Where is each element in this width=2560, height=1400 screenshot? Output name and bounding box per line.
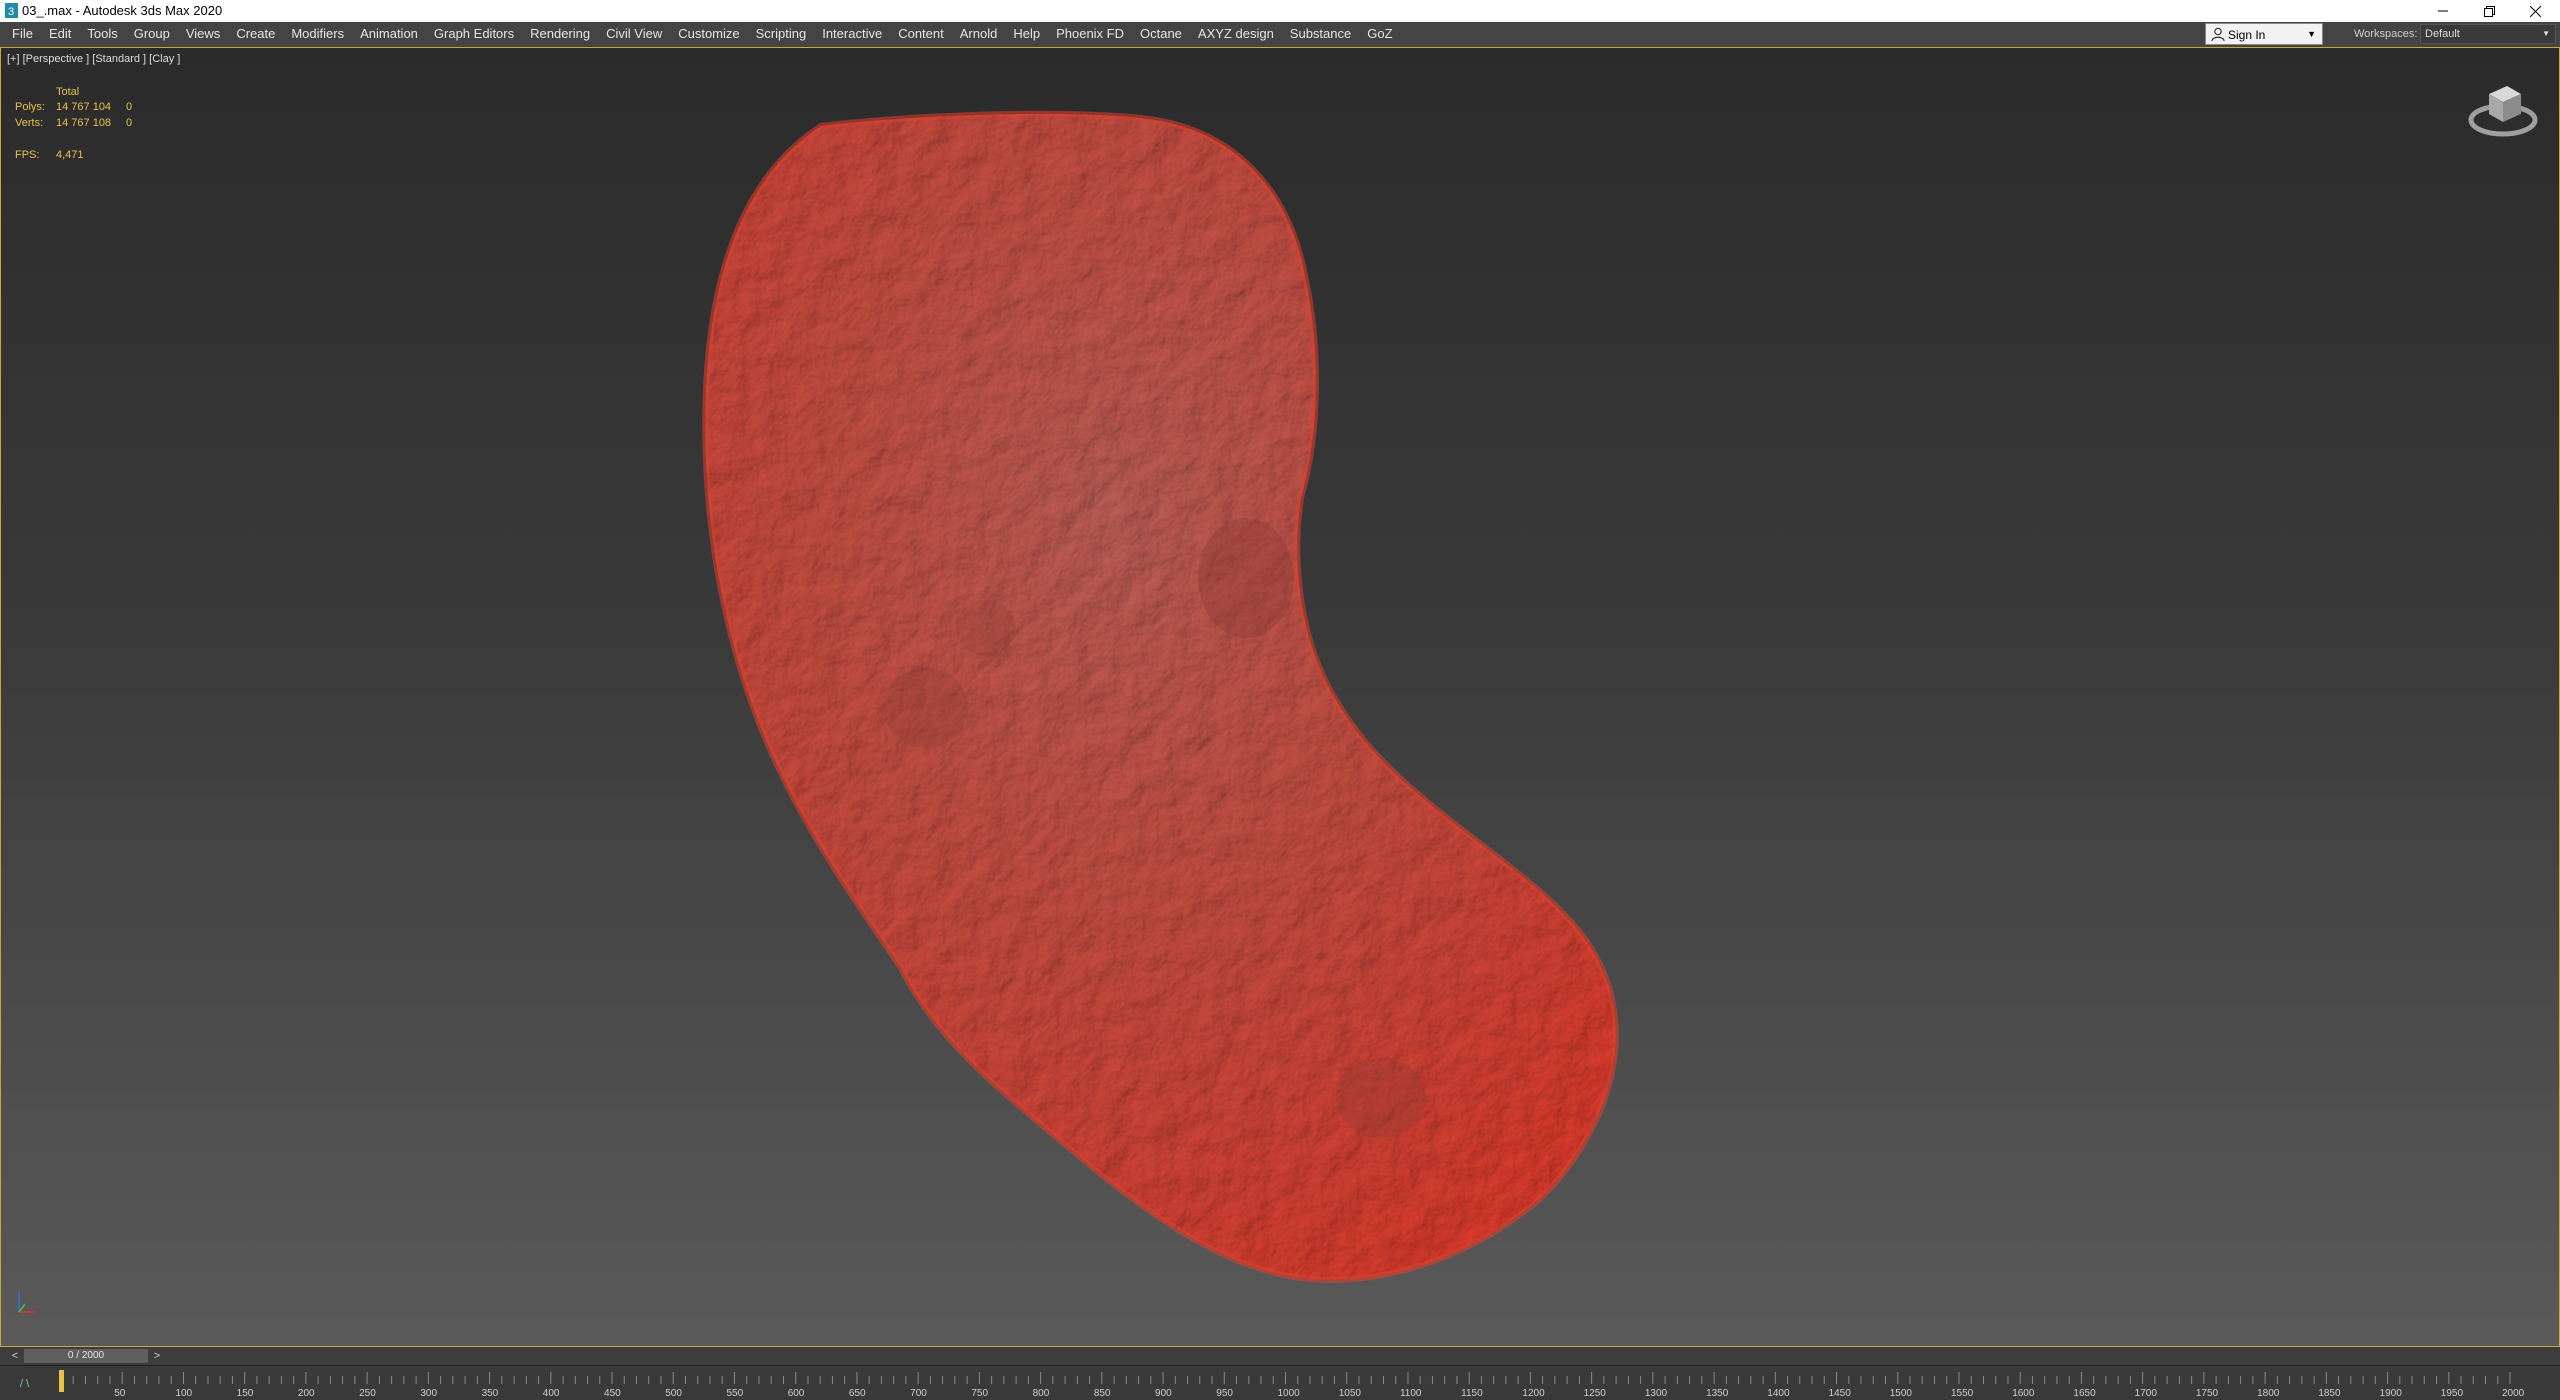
ruler-tick-label: 350 bbox=[482, 1388, 499, 1399]
close-icon[interactable] bbox=[2512, 0, 2558, 22]
axis-tripod-icon bbox=[18, 1292, 35, 1313]
menu-file[interactable]: File bbox=[4, 22, 41, 46]
workspaces-value: Default bbox=[2425, 28, 2460, 40]
ruler-tick-label: 100 bbox=[175, 1388, 192, 1399]
ruler-tick-label: 1900 bbox=[2380, 1388, 2403, 1399]
user-icon bbox=[2211, 27, 2225, 42]
ruler-tick-label: 1000 bbox=[1278, 1388, 1301, 1399]
ruler-tick-label: 600 bbox=[788, 1388, 805, 1399]
ruler-tick-label: 1050 bbox=[1339, 1388, 1362, 1399]
ruler-tick-label: 1700 bbox=[2135, 1388, 2158, 1399]
menu-substance[interactable]: Substance bbox=[1282, 22, 1359, 46]
model-canvas[interactable] bbox=[1, 48, 2560, 1347]
menu-animation[interactable]: Animation bbox=[352, 22, 426, 46]
ruler-tick-label: 1600 bbox=[2012, 1388, 2035, 1399]
ruler-tick-label: 250 bbox=[359, 1388, 376, 1399]
ruler-tick-label: 1950 bbox=[2441, 1388, 2464, 1399]
ruler-tick-label: 1150 bbox=[1461, 1388, 1483, 1399]
ruler-tick-label: 850 bbox=[1094, 1388, 1111, 1399]
menu-interactive[interactable]: Interactive bbox=[814, 22, 890, 46]
svg-text:\: \ bbox=[26, 1378, 30, 1390]
chevron-down-icon: ▼ bbox=[2307, 29, 2316, 39]
menu-octane[interactable]: Octane bbox=[1132, 22, 1190, 46]
menu-rendering[interactable]: Rendering bbox=[522, 22, 598, 46]
menu-create[interactable]: Create bbox=[228, 22, 283, 46]
ruler-tick-label: 200 bbox=[298, 1388, 315, 1399]
menu-civil-view[interactable]: Civil View bbox=[598, 22, 670, 46]
key-filters-icon[interactable]: / \ bbox=[18, 1376, 36, 1390]
ruler-tick-label: 1400 bbox=[1767, 1388, 1790, 1399]
ruler-tick-label: 500 bbox=[665, 1388, 682, 1399]
ruler-tick-label: 700 bbox=[910, 1388, 927, 1399]
menu-axyz-design[interactable]: AXYZ design bbox=[1190, 22, 1282, 46]
ruler-tick-label: 450 bbox=[604, 1388, 621, 1399]
workspaces-select[interactable]: Default ▼ bbox=[2420, 24, 2556, 44]
ruler-tick-label: 1350 bbox=[1706, 1388, 1729, 1399]
ruler-ticks: 50 100 150 200 250 300 350 400 450 500 550 600 650 70… bbox=[60, 1372, 2525, 1399]
ruler-tick-label: 1850 bbox=[2318, 1388, 2341, 1399]
ruler-tick-label: 300 bbox=[420, 1388, 437, 1399]
menu-content[interactable]: Content bbox=[890, 22, 952, 46]
surface-crater bbox=[1336, 1058, 1426, 1138]
time-marker[interactable] bbox=[59, 1370, 64, 1392]
title-bar: 3 03_.max - Autodesk 3ds Max 2020 bbox=[0, 0, 2560, 22]
menu-graph-editors[interactable]: Graph Editors bbox=[426, 22, 522, 46]
ruler-tick-label: 750 bbox=[971, 1388, 988, 1399]
ruler-tick-label: 650 bbox=[849, 1388, 866, 1399]
sign-in-label: Sign In bbox=[2228, 28, 2266, 42]
sculpted-mesh[interactable] bbox=[705, 113, 1616, 1280]
ruler-tick-label: 150 bbox=[237, 1388, 254, 1399]
restore-icon[interactable] bbox=[2466, 0, 2512, 22]
menu-group[interactable]: Group bbox=[126, 22, 178, 46]
ruler-tick-label: 1100 bbox=[1400, 1388, 1422, 1399]
track-bar-ruler: 50 100 150 200 250 300 350 400 450 500 550 600 650 70… bbox=[59, 1370, 2525, 1399]
chevron-down-icon: ▼ bbox=[2542, 29, 2550, 38]
ruler-tick-label: 1650 bbox=[2073, 1388, 2096, 1399]
ruler-tick-label: 900 bbox=[1155, 1388, 1172, 1399]
next-frame-button[interactable]: > bbox=[150, 1349, 164, 1363]
ruler-tick-label: 1450 bbox=[1829, 1388, 1852, 1399]
workspaces-label: Workspaces: bbox=[2354, 28, 2418, 40]
ruler-tick-label: 1500 bbox=[1890, 1388, 1913, 1399]
time-slider: < 0 / 2000 > bbox=[0, 1347, 2560, 1365]
ruler-tick-label: 2000 bbox=[2502, 1388, 2525, 1399]
svg-text:3: 3 bbox=[8, 6, 14, 18]
viewcube-icon[interactable] bbox=[2461, 76, 2541, 146]
menu-goz[interactable]: GoZ bbox=[1359, 22, 1400, 46]
sign-in-dropdown[interactable]: Sign In ▼ bbox=[2205, 23, 2323, 45]
track-bar[interactable]: 50 100 150 200 250 300 350 400 450 500 550 600 650 70… bbox=[0, 1365, 2560, 1400]
ruler-tick-label: 400 bbox=[543, 1388, 560, 1399]
menu-bar: File Edit Tools Group Views Create Modif… bbox=[0, 22, 2560, 46]
menu-tools[interactable]: Tools bbox=[79, 22, 125, 46]
ruler-tick-label: 1250 bbox=[1584, 1388, 1607, 1399]
previous-frame-button[interactable]: < bbox=[8, 1349, 22, 1363]
time-slider-thumb[interactable]: 0 / 2000 bbox=[24, 1349, 148, 1363]
menu-modifiers[interactable]: Modifiers bbox=[283, 22, 352, 46]
menu-help[interactable]: Help bbox=[1005, 22, 1048, 46]
ruler-tick-label: 1200 bbox=[1522, 1388, 1545, 1399]
perspective-viewport[interactable]: [+] [Perspective ] [Standard ] [Clay ] T… bbox=[0, 47, 2560, 1347]
ruler-tick-label: 550 bbox=[726, 1388, 743, 1399]
menu-scripting[interactable]: Scripting bbox=[748, 22, 815, 46]
minimize-icon[interactable] bbox=[2420, 0, 2466, 22]
surface-crater bbox=[1198, 518, 1294, 638]
ruler-tick-label: 1800 bbox=[2257, 1388, 2280, 1399]
surface-crater bbox=[884, 668, 968, 748]
ruler-tick-label: 800 bbox=[1033, 1388, 1050, 1399]
surface-crater bbox=[956, 600, 1016, 656]
ruler-tick-label: 1550 bbox=[1951, 1388, 1974, 1399]
3dsmax-app-icon: 3 bbox=[5, 3, 18, 18]
window-title: 03_.max - Autodesk 3ds Max 2020 bbox=[22, 3, 223, 18]
ruler-tick-label: 1300 bbox=[1645, 1388, 1668, 1399]
main-menu: File Edit Tools Group Views Create Modif… bbox=[4, 22, 1401, 46]
ruler-tick-label: 1750 bbox=[2196, 1388, 2219, 1399]
svg-text:/: / bbox=[20, 1378, 24, 1390]
menu-arnold[interactable]: Arnold bbox=[952, 22, 1006, 46]
menu-edit[interactable]: Edit bbox=[41, 22, 79, 46]
ruler-tick-label: 50 bbox=[114, 1388, 126, 1399]
menu-views[interactable]: Views bbox=[178, 22, 228, 46]
menu-phoenix-fd[interactable]: Phoenix FD bbox=[1048, 22, 1132, 46]
menu-customize[interactable]: Customize bbox=[670, 22, 747, 46]
ruler-tick-label: 950 bbox=[1216, 1388, 1233, 1399]
